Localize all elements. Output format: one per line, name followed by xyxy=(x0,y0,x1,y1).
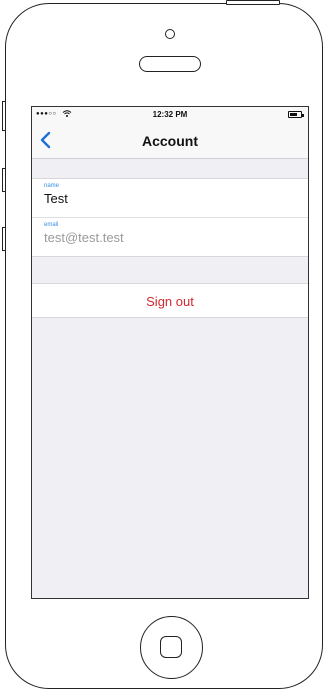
email-field-value[interactable]: test@test.test xyxy=(44,230,124,245)
front-camera xyxy=(165,29,175,39)
volume-up-button xyxy=(2,168,6,192)
name-field-label: name xyxy=(44,183,60,189)
home-button-square xyxy=(160,636,182,658)
name-field-value[interactable]: Test xyxy=(44,191,68,206)
sign-out-label: Sign out xyxy=(146,294,194,309)
home-button[interactable] xyxy=(140,616,203,679)
sign-out-button[interactable]: Sign out xyxy=(32,283,308,318)
page-title: Account xyxy=(142,133,198,149)
screen: ●●●○○ 12:32 PM Account name Test email t… xyxy=(31,106,309,599)
email-field-label: email xyxy=(44,222,59,228)
volume-down-button xyxy=(2,227,6,251)
mute-switch xyxy=(2,101,6,131)
battery-icon xyxy=(288,111,304,118)
power-button xyxy=(226,0,280,5)
earpiece-speaker xyxy=(139,56,201,72)
status-time: 12:32 PM xyxy=(152,110,188,119)
navigation-bar: Account xyxy=(32,123,308,159)
email-field[interactable]: email test@test.test xyxy=(32,218,308,257)
status-bar: ●●●○○ 12:32 PM xyxy=(32,107,308,123)
name-field[interactable]: name Test xyxy=(32,178,308,218)
